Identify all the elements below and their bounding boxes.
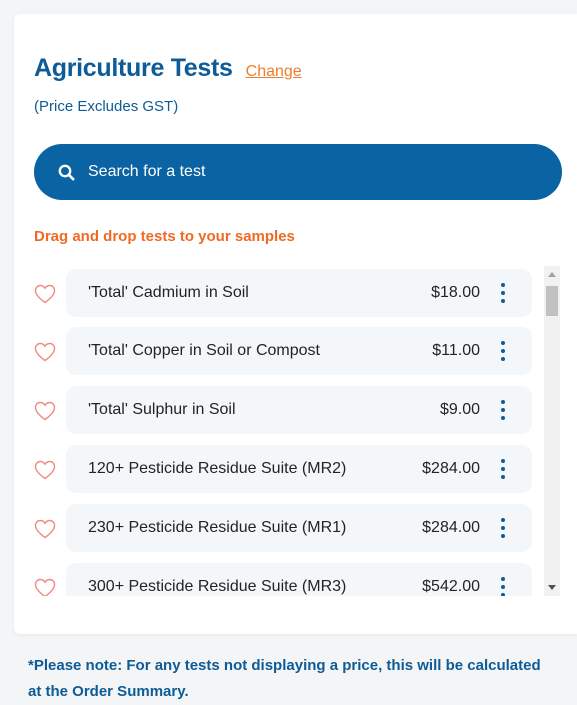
list-item: 300+ Pesticide Residue Suite (MR3) $542.… [28, 563, 542, 596]
test-price: $11.00 [432, 342, 480, 359]
scroll-thumb[interactable] [546, 286, 558, 316]
test-price: $542.00 [422, 578, 480, 595]
list-item: 'Total' Copper in Soil or Compost $11.00 [28, 327, 542, 375]
test-price: $18.00 [431, 284, 480, 301]
test-name: 'Total' Sulphur in Soil [88, 401, 236, 418]
search-input[interactable]: Search for a test [34, 144, 562, 200]
heart-icon[interactable] [34, 460, 56, 480]
test-name: 'Total' Copper in Soil or Compost [88, 342, 320, 359]
search-icon [56, 162, 76, 182]
more-options-icon[interactable] [498, 283, 508, 303]
test-price: $284.00 [422, 460, 480, 477]
test-name: 'Total' Cadmium in Soil [88, 284, 249, 301]
test-name: 230+ Pesticide Residue Suite (MR1) [88, 519, 347, 536]
more-options-icon[interactable] [498, 459, 508, 479]
test-item[interactable]: 'Total' Cadmium in Soil $18.00 [66, 269, 532, 317]
heart-icon[interactable] [34, 519, 56, 539]
heart-icon[interactable] [34, 401, 56, 421]
test-selector-card: Agriculture Tests Change (Price Excludes… [14, 14, 577, 634]
change-link[interactable]: Change [246, 63, 302, 81]
heart-icon[interactable] [34, 578, 56, 596]
heart-icon[interactable] [34, 284, 56, 304]
test-item[interactable]: 'Total' Copper in Soil or Compost $11.00 [66, 327, 532, 375]
footer-note: *Please note: For any tests not displayi… [28, 657, 541, 700]
drag-hint: Drag and drop tests to your samples [34, 228, 295, 245]
list-item: 'Total' Cadmium in Soil $18.00 [28, 269, 542, 317]
list-item: 'Total' Sulphur in Soil $9.00 [28, 386, 542, 434]
more-options-icon[interactable] [498, 400, 508, 420]
test-price: $284.00 [422, 519, 480, 536]
card-header: Agriculture Tests Change [34, 54, 302, 83]
more-options-icon[interactable] [498, 518, 508, 538]
test-name: 300+ Pesticide Residue Suite (MR3) [88, 578, 347, 595]
test-price: $9.00 [439, 401, 480, 418]
page-title: Agriculture Tests [34, 54, 233, 82]
more-options-icon[interactable] [498, 341, 508, 361]
test-name: 120+ Pesticide Residue Suite (MR2) [88, 460, 347, 477]
test-item[interactable]: 'Total' Sulphur in Soil $9.00 [66, 386, 532, 434]
search-placeholder: Search for a test [88, 163, 206, 180]
price-note: (Price Excludes GST) [34, 98, 179, 115]
list-scrollbar[interactable] [544, 266, 560, 596]
list-item: 230+ Pesticide Residue Suite (MR1) $284.… [28, 504, 542, 552]
test-item[interactable]: 300+ Pesticide Residue Suite (MR3) $542.… [66, 563, 532, 596]
test-item[interactable]: 120+ Pesticide Residue Suite (MR2) $284.… [66, 445, 532, 493]
scroll-down-arrow-icon[interactable] [548, 585, 556, 590]
list-item: 120+ Pesticide Residue Suite (MR2) $284.… [28, 445, 542, 493]
test-item[interactable]: 230+ Pesticide Residue Suite (MR1) $284.… [66, 504, 532, 552]
scroll-up-arrow-icon[interactable] [548, 272, 556, 277]
more-options-icon[interactable] [498, 577, 508, 596]
heart-icon[interactable] [34, 342, 56, 362]
test-list[interactable]: 'Total' Cadmium in Soil $18.00 'Total' C… [28, 266, 542, 596]
